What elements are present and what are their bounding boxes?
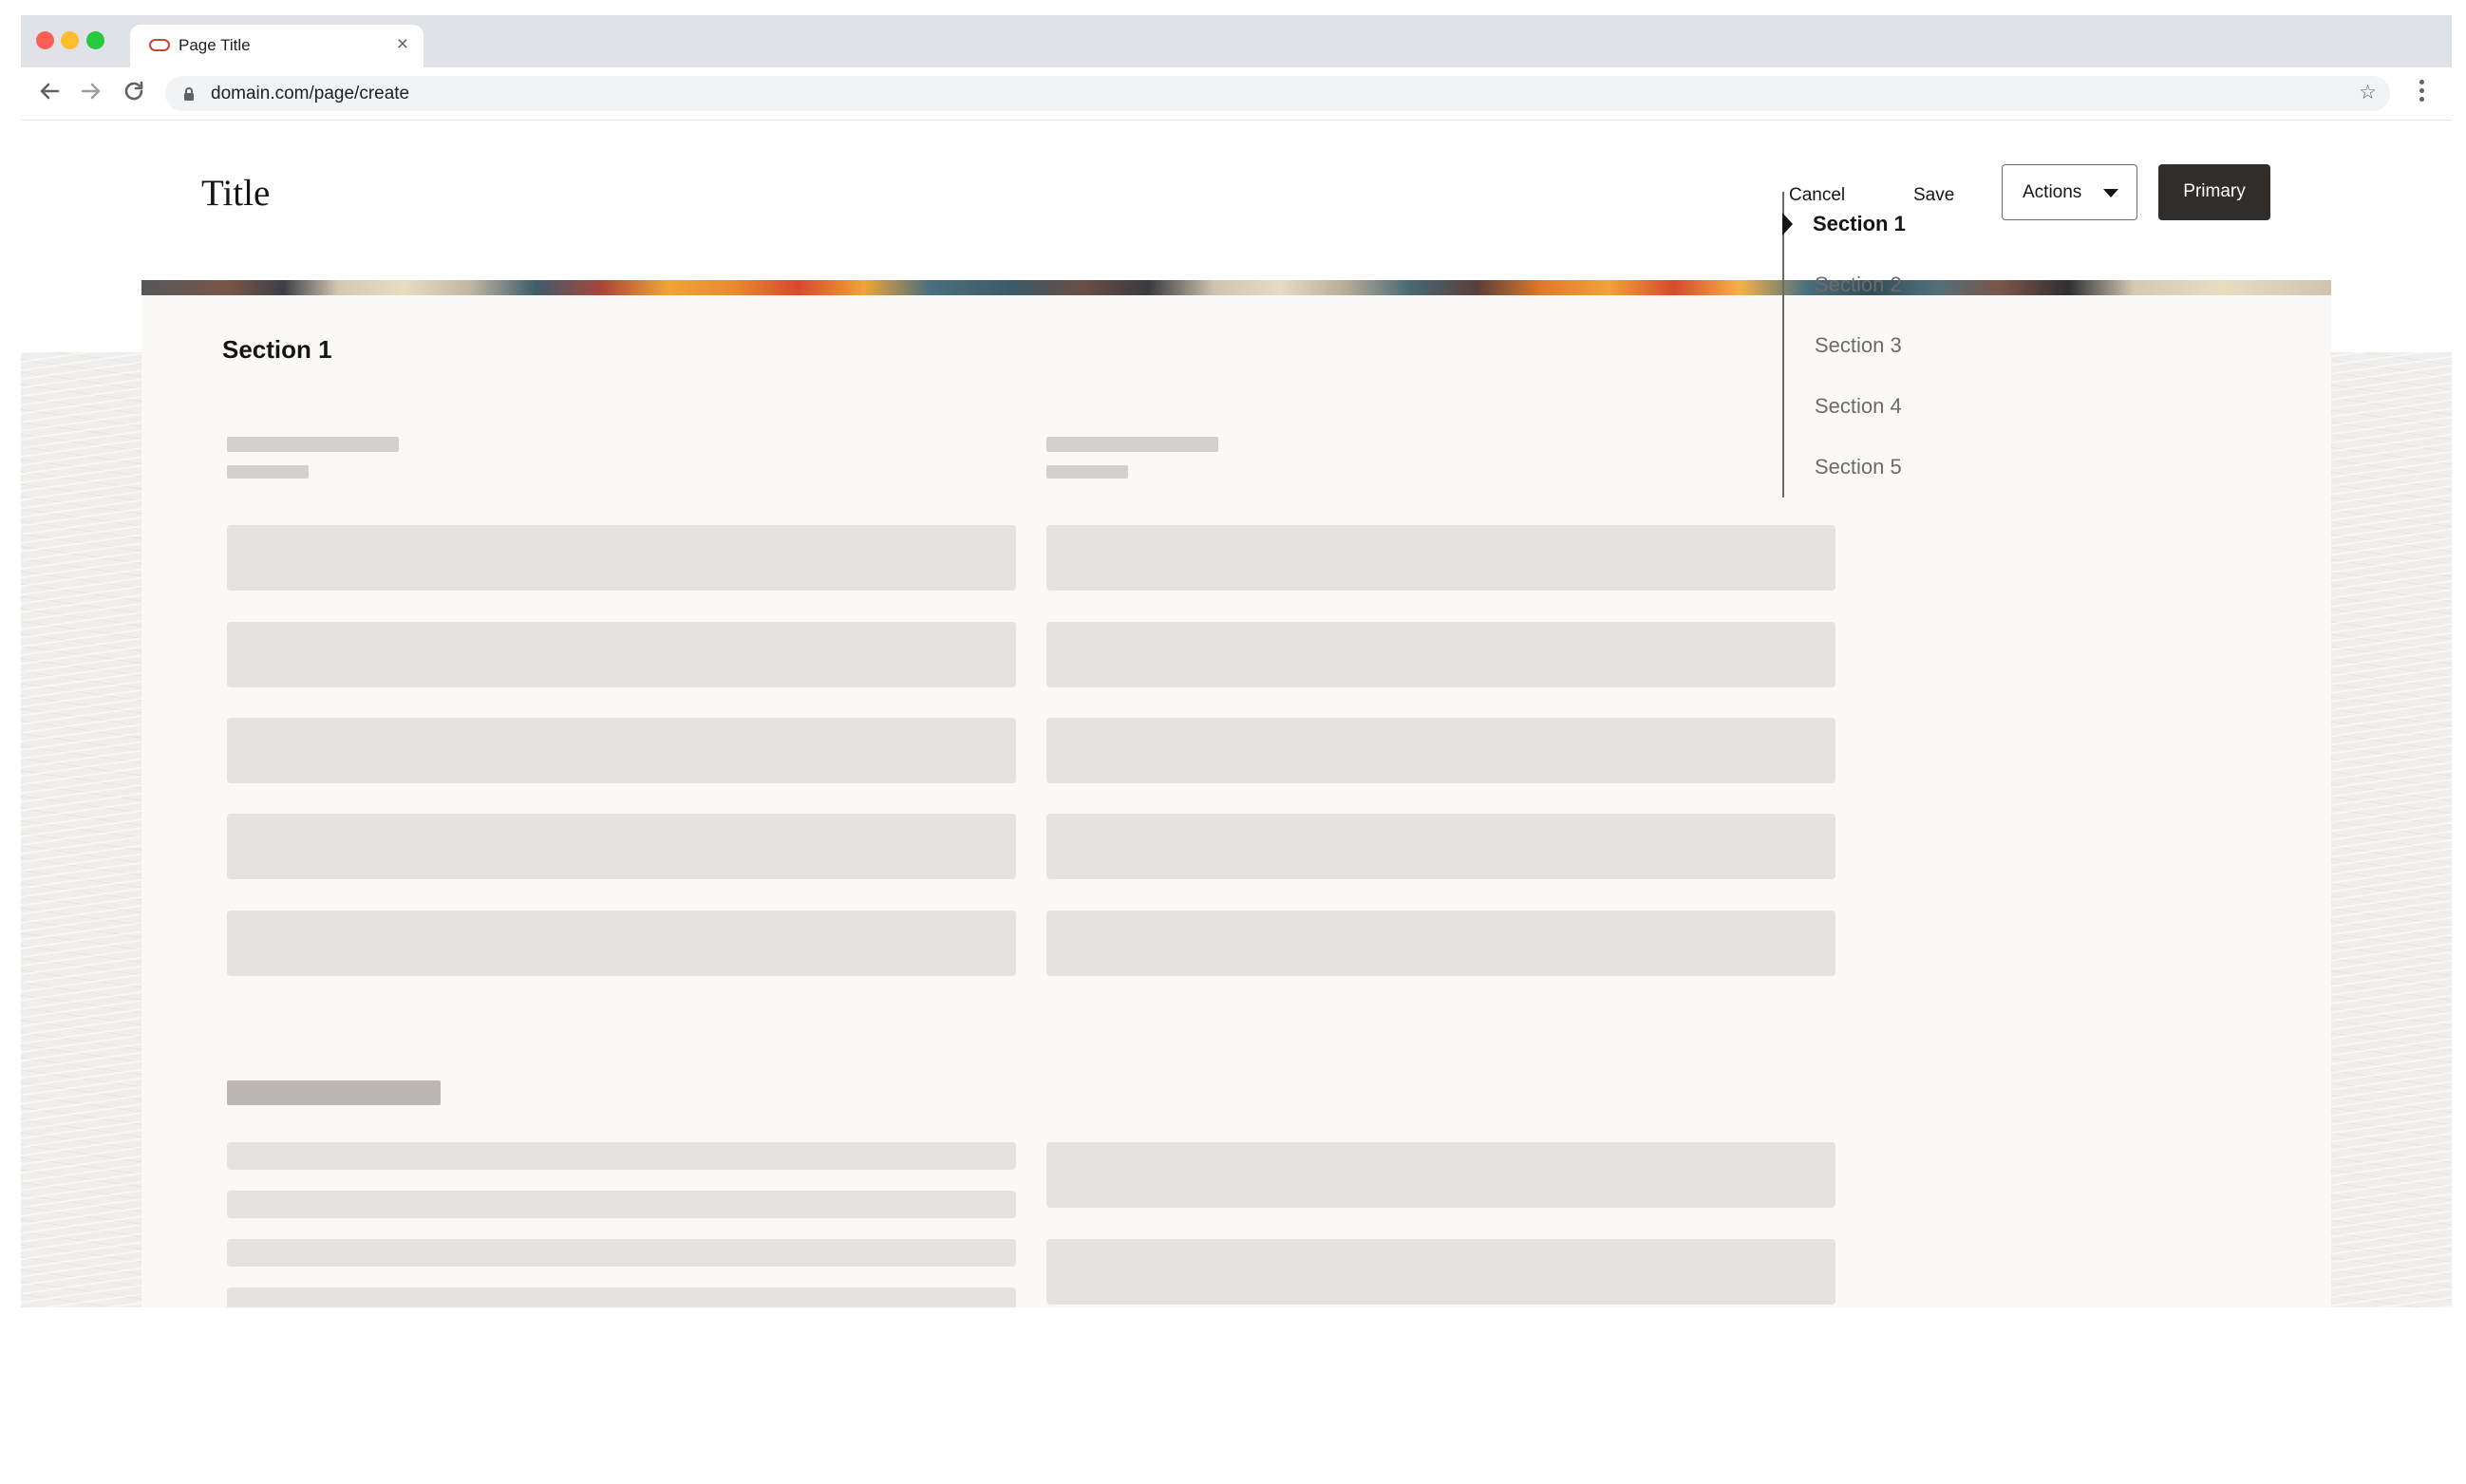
close-window-button[interactable] bbox=[36, 31, 54, 49]
skeleton-field[interactable] bbox=[1046, 1239, 1835, 1305]
page-title: Title bbox=[201, 173, 271, 214]
skeleton-line bbox=[227, 1239, 1016, 1267]
skeleton-field[interactable] bbox=[227, 622, 1016, 687]
arrow-right-icon bbox=[81, 83, 101, 100]
skeleton-sublabel bbox=[1046, 465, 1128, 479]
star-icon[interactable]: ☆ bbox=[2359, 81, 2377, 105]
forward-button[interactable] bbox=[76, 76, 106, 106]
page: Title Cancel Save Actions Primary Sectio… bbox=[21, 121, 2452, 1484]
section-nav-item-5[interactable]: Section 5 bbox=[1815, 454, 1902, 480]
reload-button[interactable] bbox=[119, 76, 149, 106]
skeleton-field[interactable] bbox=[1046, 1142, 1835, 1208]
kebab-menu-icon[interactable] bbox=[2416, 80, 2427, 108]
browser-toolbar: domain.com/page/create ☆ bbox=[21, 67, 2452, 121]
primary-label: Primary bbox=[2183, 181, 2246, 201]
address-bar[interactable]: domain.com/page/create ☆ bbox=[165, 76, 2390, 111]
skeleton-field[interactable] bbox=[227, 814, 1016, 879]
arrow-left-icon bbox=[40, 83, 60, 100]
section-nav-item-2[interactable]: Section 2 bbox=[1815, 272, 1902, 298]
back-button[interactable] bbox=[34, 76, 65, 106]
skeleton-sublabel bbox=[227, 465, 309, 479]
maximize-window-button[interactable] bbox=[86, 31, 104, 49]
tab-bar: Page Title × bbox=[21, 15, 2452, 67]
browser-tab[interactable]: Page Title × bbox=[130, 25, 424, 67]
active-marker-icon bbox=[1782, 213, 1793, 235]
section-nav-rail bbox=[1782, 192, 1784, 498]
section-nav: Section 1 Section 2 Section 3 Section 4 … bbox=[1782, 192, 2115, 498]
skeleton-subheading bbox=[227, 1080, 441, 1105]
section-title: Section 1 bbox=[222, 335, 332, 364]
browser-window: Page Title × domain.com/page/create ☆ Ti… bbox=[21, 15, 2452, 1484]
tab-close-icon[interactable]: × bbox=[397, 32, 408, 57]
lock-icon bbox=[184, 87, 194, 101]
skeleton-field[interactable] bbox=[1046, 525, 1835, 591]
url-text: domain.com/page/create bbox=[211, 84, 410, 103]
oracle-oval-icon bbox=[149, 39, 170, 51]
skeleton-field[interactable] bbox=[227, 525, 1016, 591]
primary-button[interactable]: Primary bbox=[2158, 164, 2270, 220]
skeleton-line bbox=[227, 1142, 1016, 1170]
skeleton-field[interactable] bbox=[1046, 622, 1835, 687]
skeleton-line bbox=[227, 1287, 1016, 1307]
skeleton-field[interactable] bbox=[1046, 911, 1835, 976]
skeleton-field[interactable] bbox=[1046, 718, 1835, 783]
section-nav-item-4[interactable]: Section 4 bbox=[1815, 393, 1902, 420]
reload-icon bbox=[124, 81, 143, 101]
skeleton-field[interactable] bbox=[227, 718, 1016, 783]
section-nav-item-3[interactable]: Section 3 bbox=[1815, 332, 1902, 359]
minimize-window-button[interactable] bbox=[61, 31, 79, 49]
skeleton-field[interactable] bbox=[1046, 814, 1835, 879]
section-nav-item-1[interactable]: Section 1 bbox=[1813, 211, 1906, 237]
skeleton-field[interactable] bbox=[227, 911, 1016, 976]
skeleton-line bbox=[227, 1191, 1016, 1218]
tab-title: Page Title bbox=[179, 36, 251, 54]
skeleton-label bbox=[1046, 437, 1218, 452]
skeleton-label bbox=[227, 437, 399, 452]
